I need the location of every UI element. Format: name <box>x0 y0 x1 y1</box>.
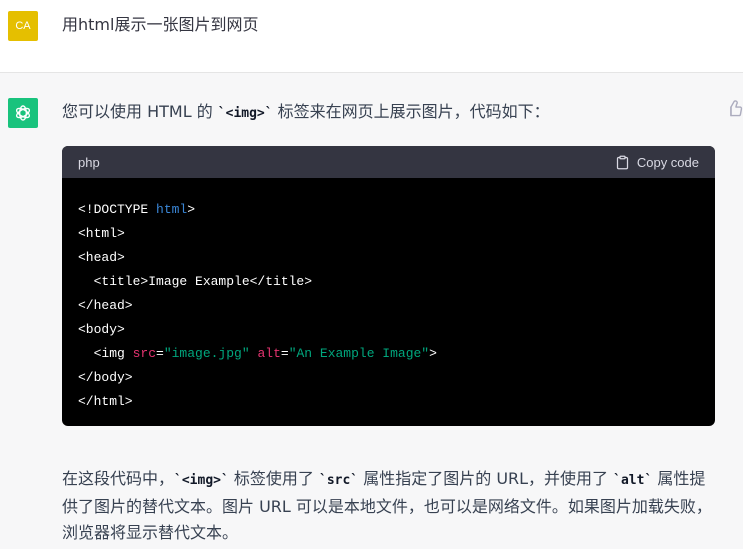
inline-code-alt: `alt` <box>613 473 653 488</box>
code-line: </head> <box>78 298 133 313</box>
code-token: = <box>280 346 289 361</box>
code-line: </html> <box>78 394 133 409</box>
outro-text: 在这段代码中， <box>62 469 175 488</box>
assistant-intro-text: 您可以使用 HTML 的 `<img>` 标签来在网页上展示图片，代码如下： <box>62 101 722 125</box>
copy-code-button[interactable]: Copy code <box>615 155 699 170</box>
user-message-text: 用html展示一张图片到网页 <box>62 15 259 34</box>
code-token-keyword: html <box>156 202 188 217</box>
code-line: <html> <box>78 226 125 241</box>
code-line: <!DOCTYPE html> <box>78 198 699 222</box>
code-line: <title>Image Example</title> <box>78 274 313 289</box>
code-token: <!DOCTYPE <box>78 202 157 217</box>
code-block-header: php Copy code <box>62 146 715 178</box>
user-avatar: CA <box>8 11 38 41</box>
code-line: <body> <box>78 322 125 337</box>
inline-code-src: `src` <box>319 473 359 488</box>
code-token: <img <box>78 346 133 361</box>
code-token-string: "image.jpg" <box>163 346 250 361</box>
code-token: > <box>429 346 437 361</box>
assistant-message-row: 您可以使用 HTML 的 `<img>` 标签来在网页上展示图片，代码如下： p… <box>0 73 743 549</box>
outro-text: 属性指定了图片的 URL，并使用了 <box>358 469 614 488</box>
intro-text-before: 您可以使用 HTML 的 <box>62 102 218 121</box>
code-line: <img src="image.jpg" alt="An Example Ima… <box>78 342 699 366</box>
clipboard-icon <box>616 155 628 169</box>
inline-code-img: `<img>` <box>217 106 273 121</box>
code-content: <!DOCTYPE html> <html> <head> <title>Ima… <box>62 178 715 414</box>
code-token-attribute: src <box>132 346 157 361</box>
code-token: > <box>187 202 196 217</box>
user-message-row: CA 用html展示一张图片到网页 <box>0 0 743 73</box>
copy-code-label: Copy code <box>636 154 699 170</box>
inline-code-img: `<img>` <box>174 473 229 488</box>
code-line: <head> <box>78 250 125 265</box>
assistant-explanation-text: 在这段代码中，`<img>` 标签使用了 `src` 属性指定了图片的 URL，… <box>62 466 712 546</box>
openai-logo-icon <box>15 105 31 121</box>
thumbs-up-icon[interactable] <box>726 100 743 117</box>
code-token: = <box>156 346 164 361</box>
outro-text: 标签使用了 <box>228 469 319 488</box>
code-block: php Copy code <!DOCTYPE html> <html> <he… <box>62 146 715 426</box>
code-language-label: php <box>78 154 100 170</box>
code-token-attribute: alt <box>257 346 281 361</box>
code-line: </body> <box>78 370 133 385</box>
intro-text-after: 标签来在网页上展示图片，代码如下： <box>272 102 550 121</box>
assistant-avatar <box>8 98 38 128</box>
code-token-string: "An Example Image" <box>288 346 430 361</box>
